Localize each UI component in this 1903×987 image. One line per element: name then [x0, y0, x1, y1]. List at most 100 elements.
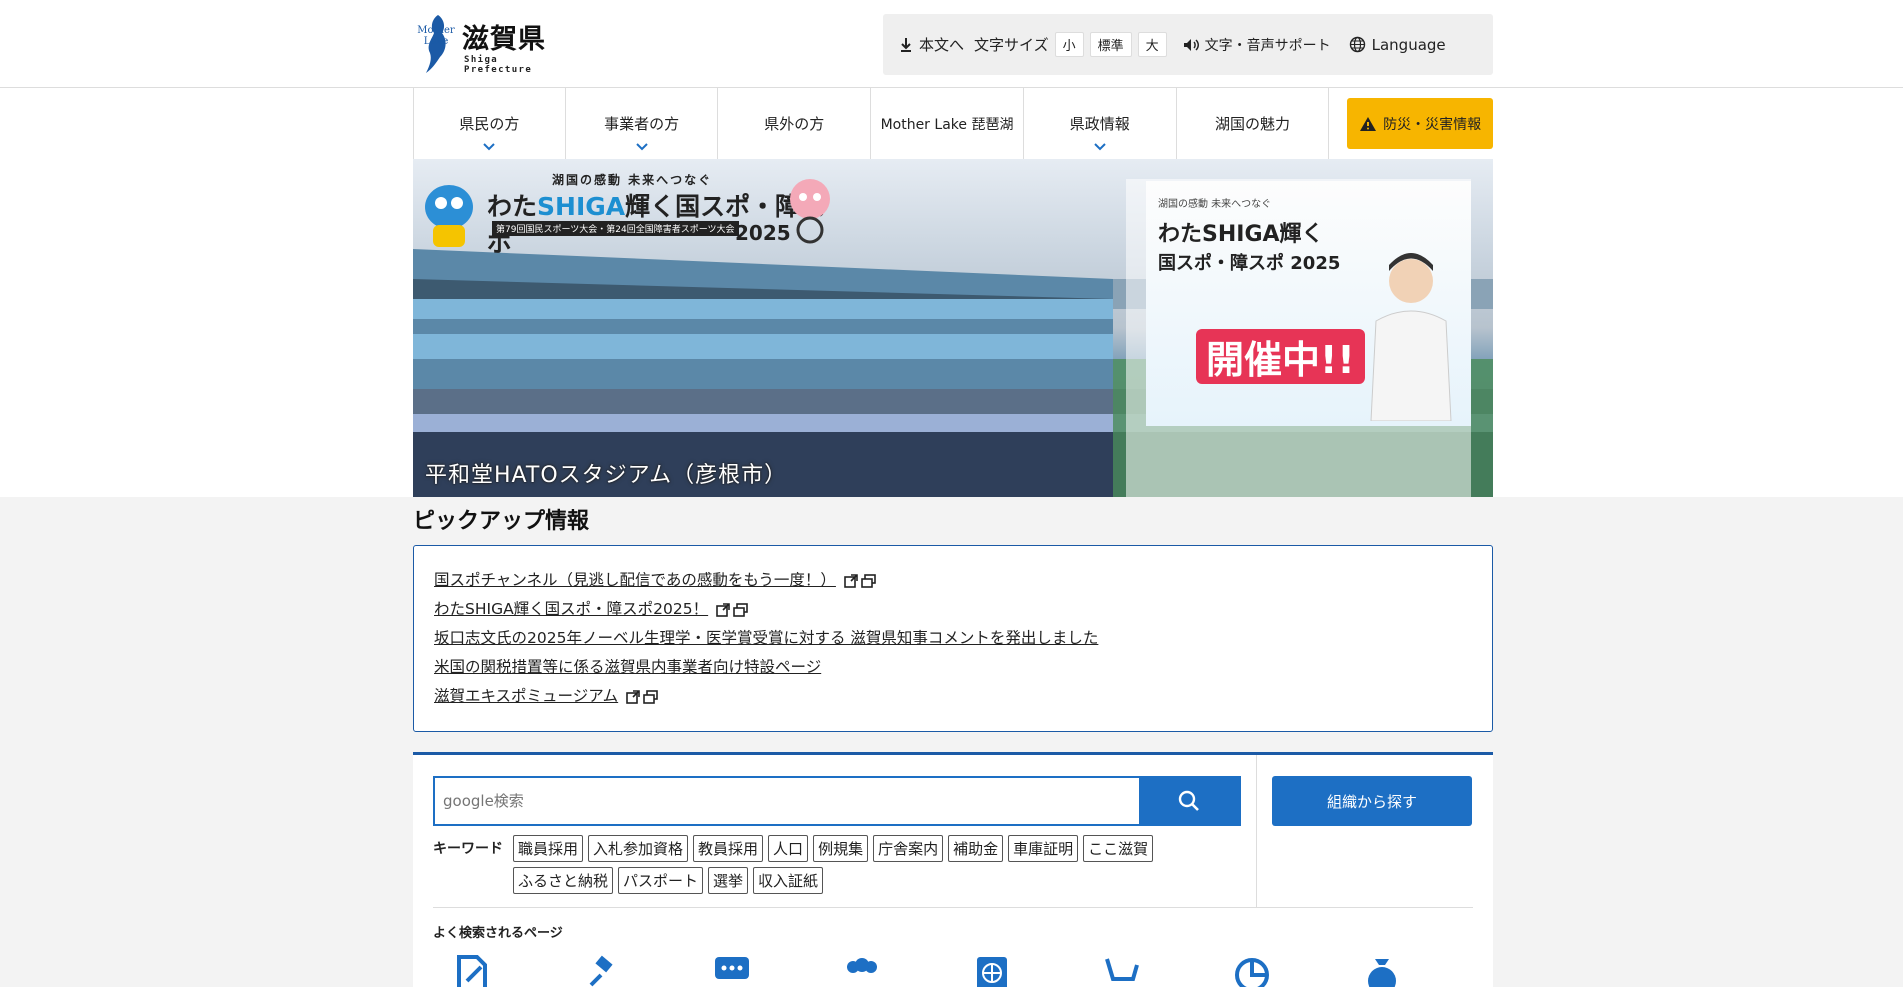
chat-icon[interactable]: [713, 953, 751, 987]
pie-chart-icon[interactable]: [1233, 953, 1271, 987]
pickup-link[interactable]: 米国の関税措置等に係る滋賀県内事業者向け特設ページ: [434, 653, 821, 682]
tab-label: 湖国の魅力: [1214, 115, 1290, 133]
document-edit-icon[interactable]: [453, 953, 491, 987]
logo-name: 滋賀県: [462, 24, 546, 55]
gavel-icon[interactable]: [583, 953, 621, 987]
keyword-tag[interactable]: パスポート: [618, 867, 704, 894]
list-item: 国スポチャンネル（見逃し配信であの感動をもう一度！）: [434, 566, 1472, 595]
external-link-icon: [716, 602, 730, 617]
disaster-info-label: 防災・災害情報: [1383, 116, 1482, 133]
keyword-tag[interactable]: 例規集: [813, 835, 869, 862]
keyword-list: 職員採用 入札参加資格 教員採用 人口 例規集 庁舎案内 補助金 車庫証明 ここ…: [513, 835, 1233, 894]
tab-label: 県外の方: [764, 115, 825, 133]
support-label: 文字・音声サポート: [1204, 37, 1331, 54]
language-link[interactable]: Language: [1349, 36, 1446, 54]
chevron-down-icon: [635, 143, 648, 151]
popular-pages-label: よく検索されるページ: [433, 926, 563, 941]
logo-subtitle: Shiga Prefecture: [464, 55, 533, 75]
skip-to-content-link[interactable]: 本文へ: [899, 34, 964, 55]
tab-mother-lake[interactable]: Mother Lake 琵琶湖: [871, 88, 1024, 159]
search-panel: 組織から探す キーワード 職員採用 入札参加資格 教員採用 人口 例規集 庁舎案…: [413, 752, 1493, 987]
event-poster: 湖国の感動 未来へつなぐ わたSHIGA輝く 国スポ・障スポ 2025 開催中!!: [1126, 179, 1471, 497]
speaker-icon: [1183, 38, 1199, 51]
poster-catch: 湖国の感動 未来へつなぐ: [1158, 199, 1272, 210]
hero-carousel[interactable]: 湖国の感動 未来へつなぐ わたSHIGA輝く国スポ・障スポ 第79回国民スポーツ…: [413, 159, 1493, 497]
pickup-link[interactable]: 坂口志文氏の2025年ノーベル生理学・医学賞受賞に対する 滋賀県知事コメントを発…: [434, 624, 1098, 653]
download-arrow-icon: [901, 37, 911, 52]
support-link[interactable]: 文字・音声サポート: [1183, 35, 1331, 55]
tab-residents[interactable]: 県民の方: [413, 88, 566, 159]
tab-label: 事業者の方: [604, 115, 680, 133]
font-size-normal-button[interactable]: 標準: [1089, 32, 1132, 57]
cart-icon[interactable]: [1103, 953, 1141, 987]
language-label: Language: [1371, 35, 1446, 54]
font-size-label: 文字サイズ: [974, 36, 1049, 54]
pickup-link[interactable]: わたSHIGA輝く国スポ・障スポ2025！: [434, 595, 748, 624]
poster-badge: 開催中!!: [1196, 329, 1365, 384]
keyword-tag[interactable]: 入札参加資格: [588, 835, 689, 862]
tab-label: 県民の方: [459, 115, 520, 133]
hero-caption: 平和堂HATOスタジアム（彦根市）: [425, 463, 788, 488]
tab-attractions[interactable]: 湖国の魅力: [1177, 88, 1330, 159]
globe-icon: [1349, 36, 1365, 53]
utility-bar: 本文へ 文字サイズ 小 標準 大 文字・音声サポート Language: [883, 14, 1493, 75]
money-bag-icon[interactable]: [1363, 953, 1401, 987]
new-window-icon: [733, 602, 748, 617]
search-icon: [1178, 790, 1199, 811]
chevron-down-icon: [483, 143, 496, 151]
site-header: Mother Lake 滋賀県 Shiga Prefecture 本文へ 文字サイ…: [0, 0, 1903, 88]
pickup-list: 国スポチャンネル（見逃し配信であの感動をもう一度！） わたSHIGA輝く国スポ・…: [413, 545, 1493, 732]
mascot-left-icon: [425, 185, 473, 247]
new-window-icon: [643, 689, 658, 704]
warning-icon: [1360, 116, 1377, 131]
people-icon[interactable]: [843, 953, 881, 987]
disaster-info-button[interactable]: 防災・災害情報: [1347, 98, 1494, 149]
list-item: 米国の関税措置等に係る滋賀県内事業者向け特設ページ: [434, 653, 1472, 682]
list-item: わたSHIGA輝く国スポ・障スポ2025！: [434, 595, 1472, 624]
keyword-tag[interactable]: 選挙: [708, 867, 749, 894]
keyword-tag[interactable]: 人口: [768, 835, 809, 862]
search-box: [433, 776, 1241, 826]
site-logo[interactable]: Mother Lake 滋賀県 Shiga Prefecture: [416, 13, 556, 75]
banner-catch: 湖国の感動 未来へつなぐ: [552, 173, 713, 187]
tab-label: Mother Lake 琵琶湖: [880, 116, 1014, 133]
keyword-tag[interactable]: 庁舎案内: [873, 835, 944, 862]
font-size-small-button[interactable]: 小: [1054, 32, 1084, 57]
global-nav: 県民の方 事業者の方 県外の方 Mother Lake 琵琶湖 県政情報 湖国の…: [413, 88, 1494, 159]
mascot-right-icon: [790, 179, 830, 244]
tab-government[interactable]: 県政情報: [1024, 88, 1177, 159]
keyword-tag[interactable]: ふるさと納税: [513, 867, 614, 894]
external-link-icon: [844, 573, 858, 588]
logo-lake: Lake: [423, 36, 449, 47]
new-window-icon: [861, 573, 876, 588]
banner-subtitle: 第79回国民スポーツ大会・第24回全国障害者スポーツ大会: [492, 221, 739, 236]
external-link-icon: [626, 689, 640, 704]
pickup-title: ピックアップ情報: [413, 509, 590, 534]
poster-title: わたSHIGA輝く 国スポ・障スポ 2025: [1158, 222, 1341, 274]
chevron-down-icon: [1094, 143, 1106, 151]
search-button[interactable]: [1139, 778, 1239, 824]
logo-mother: Mother: [417, 25, 455, 36]
keyword-tag[interactable]: 補助金: [948, 835, 1004, 862]
font-size-large-button[interactable]: 大: [1137, 32, 1167, 57]
keyword-tag[interactable]: 収入証紙: [753, 867, 824, 894]
banner-year: 2025: [735, 221, 791, 245]
keyword-tag[interactable]: 車庫証明: [1008, 835, 1079, 862]
list-item: 坂口志文氏の2025年ノーベル生理学・医学賞受賞に対する 滋賀県知事コメントを発…: [434, 624, 1472, 653]
pickup-link[interactable]: 滋賀エキスポミュージアム: [434, 682, 658, 711]
search-by-organization-button[interactable]: 組織から探す: [1272, 776, 1472, 826]
keyword-tag[interactable]: 職員採用: [513, 835, 584, 862]
skip-to-content-label: 本文へ: [919, 36, 965, 54]
pickup-link[interactable]: 国スポチャンネル（見逃し配信であの感動をもう一度！）: [434, 566, 876, 595]
tab-businesses[interactable]: 事業者の方: [566, 88, 719, 159]
globe-page-icon[interactable]: [973, 953, 1011, 987]
person-illustration: [1370, 253, 1452, 421]
list-item: 滋賀エキスポミュージアム: [434, 682, 1472, 711]
event-banner-logo: 湖国の感動 未来へつなぐ わたSHIGA輝く国スポ・障スポ 第79回国民スポーツ…: [417, 169, 837, 257]
search-input[interactable]: [435, 778, 1139, 824]
tab-visitors[interactable]: 県外の方: [718, 88, 872, 159]
keyword-label: キーワード: [433, 841, 503, 857]
keyword-tag[interactable]: 教員採用: [693, 835, 764, 862]
keyword-tag[interactable]: ここ滋賀: [1083, 835, 1154, 862]
popular-pages-icons: [453, 953, 1401, 987]
